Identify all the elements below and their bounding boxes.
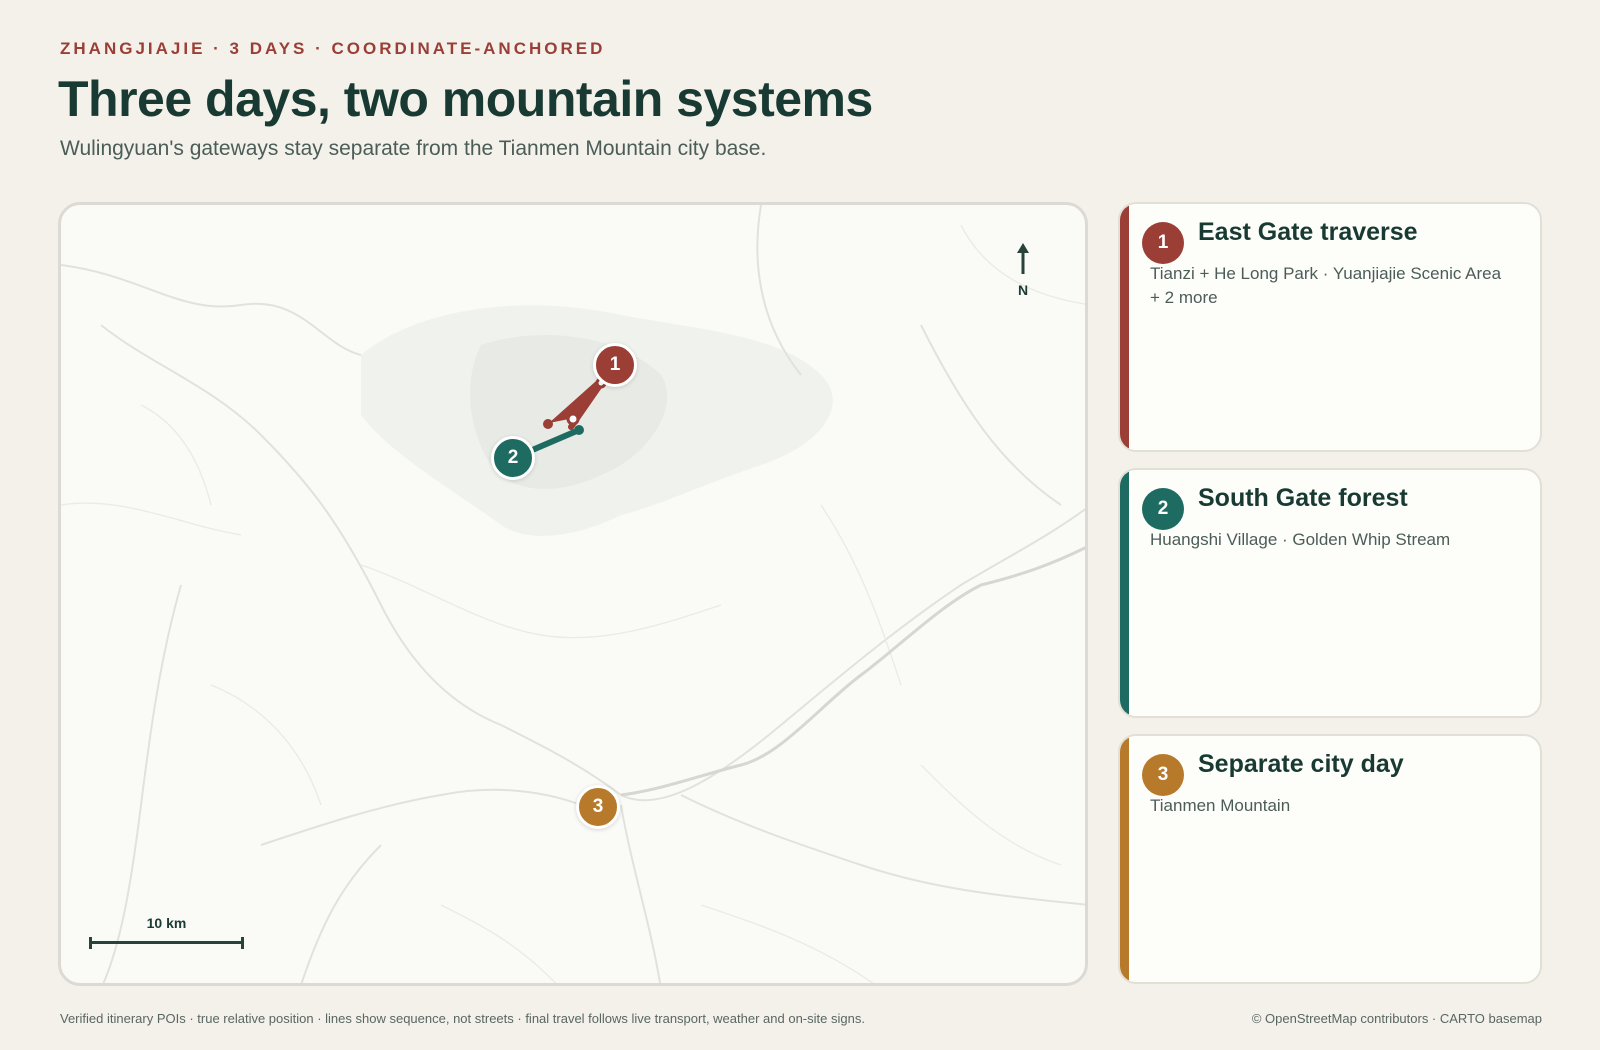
day-card-2[interactable]: 2 South Gate forest Huangshi Village · G… [1118, 468, 1542, 718]
day-badge: 3 [1142, 754, 1184, 796]
north-indicator: N [1011, 241, 1035, 298]
day-title: South Gate forest [1198, 484, 1408, 512]
map-credit: © OpenStreetMap contributors · CARTO bas… [1251, 1011, 1542, 1026]
day-description: Tianzi + He Long Park · Yuanjiajie Sceni… [1150, 264, 1502, 307]
scale-line [89, 937, 244, 949]
card-accent [1120, 204, 1129, 450]
page-title: Three days, two mountain systems [58, 71, 873, 127]
itinerary-map[interactable]: N 10 km 1 2 3 [58, 202, 1088, 986]
arrow-up-icon [1017, 243, 1029, 274]
day-badge: 1 [1142, 222, 1184, 264]
day-title: Separate city day [1198, 750, 1404, 778]
map-marker-day-2[interactable]: 2 [491, 436, 535, 480]
card-accent [1120, 736, 1129, 982]
scale-label: 10 km [146, 915, 187, 931]
day-number: 1 [1157, 232, 1169, 253]
map-marker-day-3[interactable]: 3 [576, 785, 620, 829]
north-label: N [1017, 282, 1029, 298]
day-badge: 2 [1142, 488, 1184, 530]
marker-number: 1 [609, 354, 621, 375]
eyebrow: ZHANGJIAJIE · 3 DAYS · COORDINATE-ANCHOR… [60, 39, 606, 58]
page-subtitle: Wulingyuan's gateways stay separate from… [60, 137, 767, 160]
day-title: East Gate traverse [1198, 218, 1418, 246]
scale-bar: 10 km [89, 915, 244, 949]
footnote: Verified itinerary POIs · true relative … [60, 1011, 865, 1026]
day-description: Huangshi Village · Golden Whip Stream [1150, 530, 1451, 549]
day-number: 3 [1157, 764, 1169, 785]
card-accent [1120, 470, 1129, 716]
day-number: 2 [1157, 498, 1169, 519]
marker-number: 3 [592, 796, 604, 817]
day-card-3[interactable]: 3 Separate city day Tianmen Mountain [1118, 734, 1542, 984]
marker-number: 2 [507, 447, 519, 468]
day-description: Tianmen Mountain [1150, 796, 1291, 815]
map-marker-day-1[interactable]: 1 [593, 343, 637, 387]
day-card-1[interactable]: 1 East Gate traverse Tianzi + He Long Pa… [1118, 202, 1542, 452]
basemap [61, 205, 1085, 983]
day-cards: 1 East Gate traverse Tianzi + He Long Pa… [1118, 202, 1542, 1000]
